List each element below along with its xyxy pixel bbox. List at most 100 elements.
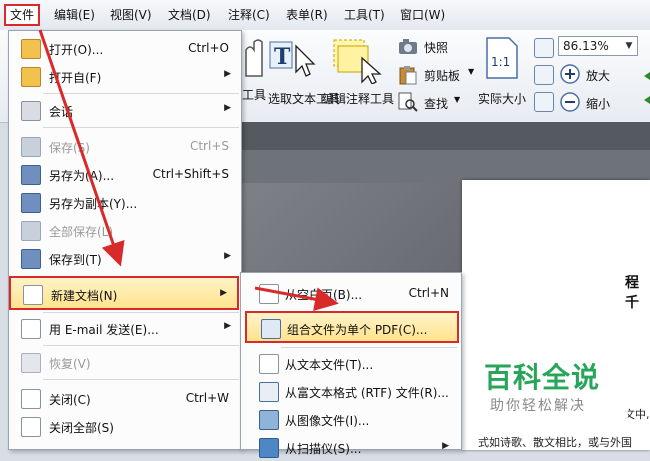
fit-visible-icon[interactable]	[534, 92, 554, 112]
menu-item-close[interactable]: 关闭(C) Ctrl+W	[9, 385, 241, 411]
watermark-title: 百科全说	[484, 361, 601, 394]
menu-document[interactable]: 文档(D)	[164, 4, 215, 26]
svg-text:1:1: 1:1	[491, 55, 510, 69]
menu-separator	[281, 347, 457, 348]
snapshot-button[interactable]: 快照	[398, 38, 468, 58]
submenu-item-from-rtf[interactable]: 从富文本格式 (RTF) 文件(R)...	[241, 377, 461, 405]
menu-edit[interactable]: 编辑(E)	[50, 4, 99, 26]
image-file-icon	[259, 410, 279, 430]
menu-separator	[43, 379, 239, 380]
blank-page-icon	[259, 284, 279, 304]
menu-item-email[interactable]: 用 E-mail 发送(E)... ▶	[9, 315, 241, 341]
submenu-item-combine-files[interactable]: 组合文件为单个 PDF(C)...	[245, 311, 459, 343]
hand-tool-button[interactable]: 工具	[242, 36, 266, 116]
fit-width-icon[interactable]	[534, 65, 554, 85]
submenu-arrow-icon: ▶	[224, 251, 231, 261]
folder-globe-icon	[21, 67, 41, 87]
save-icon	[21, 137, 41, 157]
text-file-icon	[259, 354, 279, 374]
find-label: 查找	[424, 97, 449, 111]
zoom-value: 86.13%	[563, 39, 609, 53]
watermark-subtitle: 助你轻松解决	[490, 398, 586, 414]
menu-separator	[43, 312, 239, 313]
menu-window[interactable]: 窗口(W)	[396, 4, 449, 26]
menu-view[interactable]: 视图(V)	[106, 4, 156, 26]
menu-file[interactable]: 文件	[4, 4, 41, 26]
rtf-file-icon	[259, 382, 279, 402]
folder-open-icon	[21, 39, 41, 59]
zoom-out-icon	[560, 92, 580, 112]
save-all-icon	[21, 221, 41, 241]
submenu-item-from-image[interactable]: 从图像文件(I)...	[241, 405, 461, 433]
watermark: 百科全说 助你轻松解决	[478, 348, 628, 420]
combine-files-icon	[261, 319, 281, 339]
menu-separator	[43, 127, 239, 128]
menu-comment[interactable]: 注释(C)	[224, 4, 274, 26]
submenu-arrow-icon: ▶	[224, 321, 231, 331]
zoom-dropdown-icon: ▼	[625, 41, 633, 51]
menu-item-save-all[interactable]: 全部保存(L)	[9, 217, 241, 243]
close-document-icon	[21, 389, 41, 409]
document-text-fragment-2: 式如诗歌、散文相比，或与外国	[478, 436, 632, 449]
clipboard-button[interactable]: 剪贴板 ▼	[398, 65, 478, 85]
menu-item-save-to[interactable]: 保存到(T) ▶	[9, 245, 241, 271]
menu-item-save[interactable]: 保存(S) Ctrl+S	[9, 133, 241, 159]
menu-item-meeting[interactable]: 会话 ▶	[9, 97, 241, 123]
zoom-combobox[interactable]: 86.13% ▼	[558, 36, 638, 56]
close-all-icon	[21, 417, 41, 437]
save-as-icon	[21, 165, 41, 185]
menu-tools[interactable]: 工具(T)	[340, 4, 389, 26]
zoom-in-button[interactable]: 放大	[560, 64, 640, 86]
document-title-fragment: 程千	[625, 275, 639, 311]
snapshot-label: 快照	[424, 41, 449, 55]
ribbon-edge-icons	[640, 66, 650, 116]
submenu-item-from-text[interactable]: 从文本文件(T)...	[241, 349, 461, 377]
actual-size-label: 实际大小	[478, 92, 527, 106]
menu-item-open[interactable]: 打开(O)... Ctrl+O	[9, 35, 241, 61]
submenu-item-from-scanner[interactable]: 从扫描仪(S)... ▶	[241, 433, 461, 461]
clipboard-icon	[399, 66, 417, 85]
text-select-icon: T	[269, 41, 316, 77]
menu-item-new-document[interactable]: 新建文档(N) ▶	[9, 276, 239, 310]
edit-annotation-tool-label: 编辑注释工具	[322, 92, 395, 106]
select-text-tool-button[interactable]: T 选取文本工具	[268, 36, 340, 116]
save-copy-icon	[21, 193, 41, 213]
menu-bar: 文件 编辑(E) 视图(V) 文档(D) 注释(C) 表单(R) 工具(T) 窗…	[0, 0, 650, 31]
submenu-arrow-icon: ▶	[220, 288, 227, 298]
new-document-icon	[23, 285, 43, 305]
svg-text:T: T	[274, 44, 291, 70]
menu-item-revert[interactable]: 恢复(V)	[9, 349, 241, 375]
menu-form[interactable]: 表单(R)	[282, 4, 332, 26]
find-button[interactable]: 查找 ▼	[398, 92, 468, 112]
revert-icon	[21, 353, 41, 373]
hand-tool-label: 工具	[242, 88, 267, 102]
email-icon	[21, 319, 41, 339]
menu-item-save-copy[interactable]: 另存为副本(Y)...	[9, 189, 241, 215]
submenu-item-blank-page[interactable]: 从空白页(B)... Ctrl+N	[241, 279, 461, 307]
edit-annotation-tool-button[interactable]: 编辑注释工具	[322, 36, 394, 116]
clipboard-label: 剪贴板	[424, 69, 461, 83]
fit-page-icon[interactable]	[534, 38, 554, 58]
meeting-icon	[21, 101, 41, 121]
zoom-out-button[interactable]: 缩小	[560, 92, 640, 114]
zoom-in-icon	[560, 64, 580, 84]
scanner-icon	[259, 438, 279, 458]
save-to-globe-icon	[21, 249, 41, 269]
menu-item-open-from[interactable]: 打开自(F) ▶	[9, 63, 241, 89]
new-document-submenu: 从空白页(B)... Ctrl+N 组合文件为单个 PDF(C)... 从文本文…	[240, 272, 462, 458]
find-icon	[398, 92, 418, 112]
menu-item-close-all[interactable]: 关闭全部(S)	[9, 413, 241, 439]
zoom-out-label: 缩小	[586, 97, 611, 111]
menu-separator	[43, 93, 239, 94]
actual-size-icon: 1:1	[486, 37, 518, 79]
zoom-in-label: 放大	[586, 69, 611, 83]
camera-icon	[399, 39, 417, 54]
menu-separator	[43, 345, 239, 346]
submenu-arrow-icon: ▶	[224, 69, 231, 79]
hand-icon	[245, 39, 263, 77]
menu-item-save-as[interactable]: 另存为(A)... Ctrl+Shift+S	[9, 161, 241, 187]
actual-size-button[interactable]: 1:1 实际大小	[476, 36, 532, 116]
submenu-arrow-icon: ▶	[224, 103, 231, 113]
file-menu: 打开(O)... Ctrl+O 打开自(F) ▶ 会话 ▶ 保存(S) Ctrl…	[8, 30, 242, 450]
find-dropdown-icon: ▼	[454, 95, 461, 104]
